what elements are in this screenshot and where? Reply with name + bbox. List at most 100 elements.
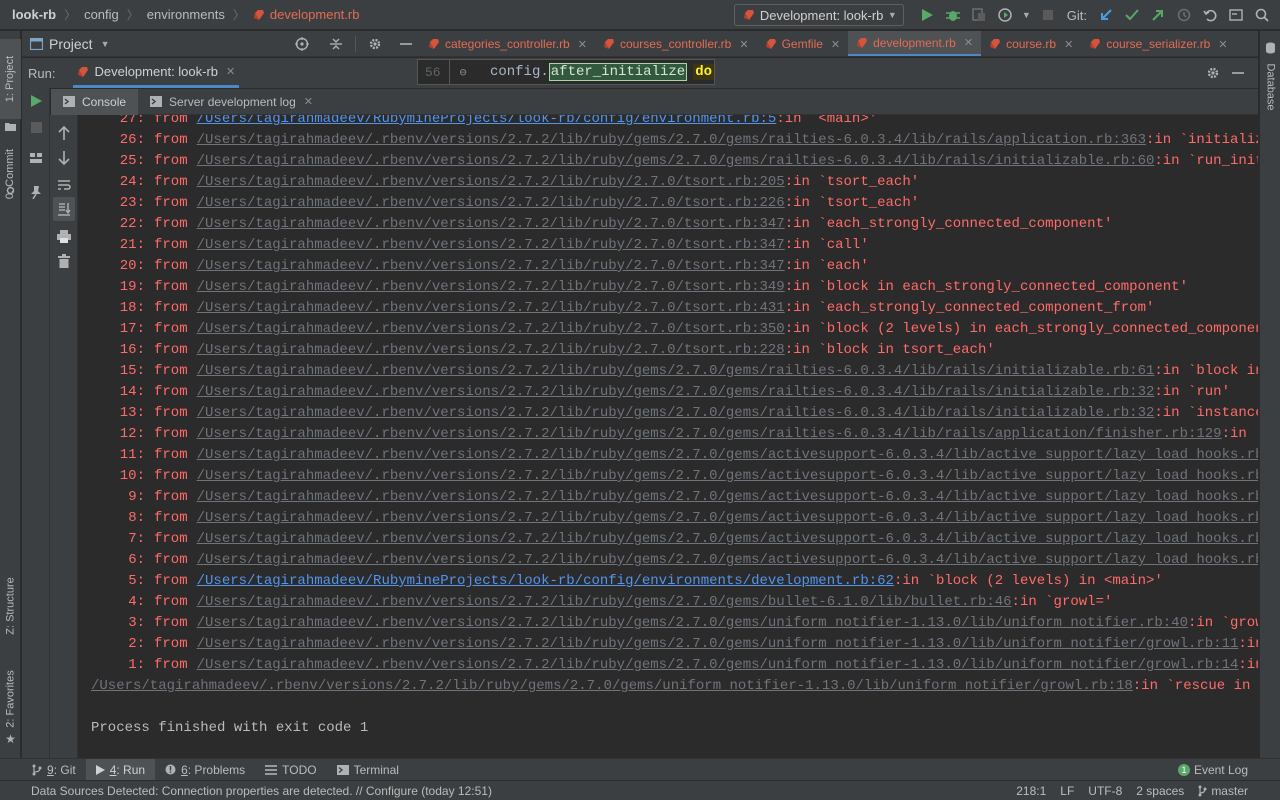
pin-button[interactable] bbox=[22, 180, 50, 204]
close-icon[interactable]: ✕ bbox=[831, 38, 840, 51]
stop-button[interactable] bbox=[22, 115, 50, 139]
stacktrace-link[interactable]: /Users/tagirahmadeev/RubymineProjects/lo… bbox=[197, 573, 894, 589]
tool-tab-project[interactable]: 1: Project bbox=[0, 39, 21, 119]
gear-icon[interactable] bbox=[368, 37, 382, 51]
stacktrace-link[interactable]: /Users/tagirahmadeev/.rbenv/versions/2.7… bbox=[197, 447, 1258, 463]
close-icon[interactable]: ✕ bbox=[739, 38, 748, 51]
indent-setting[interactable]: 2 spaces bbox=[1136, 784, 1184, 798]
tool-tab-git[interactable]: 9: Git bbox=[22, 759, 86, 781]
stacktrace-link[interactable]: /Users/tagirahmadeev/.rbenv/versions/2.7… bbox=[197, 657, 1239, 673]
run-configuration-select[interactable]: Development: look-rb ▼ bbox=[733, 4, 904, 26]
file-encoding[interactable]: UTF-8 bbox=[1088, 784, 1122, 798]
stacktrace-link[interactable]: /Users/tagirahmadeev/.rbenv/versions/2.7… bbox=[91, 678, 1133, 694]
scroll-down-button[interactable] bbox=[50, 146, 78, 170]
chevron-down-icon[interactable]: ▼ bbox=[1022, 10, 1031, 20]
close-icon[interactable]: ✕ bbox=[1218, 38, 1227, 51]
tool-tab-todo[interactable]: TODO bbox=[255, 759, 326, 781]
divider bbox=[355, 35, 356, 52]
stacktrace-link[interactable]: /Users/tagirahmadeev/.rbenv/versions/2.7… bbox=[197, 384, 1155, 400]
close-icon[interactable]: ✕ bbox=[1064, 38, 1073, 51]
run-tab-development[interactable]: Development: look-rb ✕ bbox=[73, 58, 240, 88]
tool-tab-terminal[interactable]: Terminal bbox=[327, 759, 409, 781]
profile-button[interactable] bbox=[993, 3, 1017, 27]
stacktrace-link[interactable]: /Users/tagirahmadeev/.rbenv/versions/2.7… bbox=[197, 510, 1258, 526]
stacktrace-link[interactable]: /Users/tagirahmadeev/.rbenv/versions/2.7… bbox=[197, 636, 1239, 652]
stacktrace-link[interactable]: /Users/tagirahmadeev/RubymineProjects/lo… bbox=[197, 115, 777, 127]
layout-button[interactable] bbox=[22, 146, 50, 170]
git-push-button[interactable] bbox=[1146, 3, 1170, 27]
stacktrace-link[interactable]: /Users/tagirahmadeev/.rbenv/versions/2.7… bbox=[197, 426, 1222, 442]
stacktrace-line: 18: from/Users/tagirahmadeev/.rbenv/versi… bbox=[79, 298, 1155, 319]
close-icon[interactable]: ✕ bbox=[226, 65, 235, 78]
breadcrumb-project[interactable]: look-rb bbox=[12, 7, 56, 22]
git-commit-button[interactable] bbox=[1120, 3, 1144, 27]
stacktrace-link[interactable]: /Users/tagirahmadeev/.rbenv/versions/2.7… bbox=[197, 279, 785, 295]
tab-course-serializer[interactable]: course_serializer.rb ✕ bbox=[1081, 31, 1235, 56]
stacktrace-link[interactable]: /Users/tagirahmadeev/.rbenv/versions/2.7… bbox=[197, 321, 785, 337]
stacktrace-link[interactable]: /Users/tagirahmadeev/.rbenv/versions/2.7… bbox=[197, 216, 785, 232]
git-update-button[interactable] bbox=[1094, 3, 1118, 27]
close-icon[interactable]: ✕ bbox=[964, 36, 973, 49]
window-button[interactable] bbox=[1224, 3, 1248, 27]
collapse-icon[interactable] bbox=[329, 37, 343, 51]
stacktrace-link[interactable]: /Users/tagirahmadeev/.rbenv/versions/2.7… bbox=[197, 174, 785, 190]
rollback-button[interactable] bbox=[1198, 3, 1222, 27]
tab-console[interactable]: Console bbox=[51, 88, 139, 115]
stacktrace-link[interactable]: /Users/tagirahmadeev/.rbenv/versions/2.7… bbox=[197, 531, 1258, 547]
history-button[interactable] bbox=[1172, 3, 1196, 27]
tool-tab-run[interactable]: 4: Run bbox=[85, 758, 156, 781]
console-output[interactable]: 27: from/Users/tagirahmadeev/RubymineProj… bbox=[79, 115, 1258, 758]
tab-server-log[interactable]: Server development log ✕ bbox=[138, 89, 325, 115]
event-log-button[interactable]: 1 Event Log bbox=[1177, 763, 1248, 777]
stacktrace-link[interactable]: /Users/tagirahmadeev/.rbenv/versions/2.7… bbox=[197, 489, 1258, 505]
clear-all-button[interactable] bbox=[50, 249, 78, 273]
line-separator[interactable]: LF bbox=[1060, 784, 1074, 798]
tool-tab-favorites[interactable]: 2: Favorites bbox=[0, 659, 21, 739]
stacktrace-link[interactable]: /Users/tagirahmadeev/.rbenv/versions/2.7… bbox=[197, 363, 1155, 379]
stacktrace-link[interactable]: /Users/tagirahmadeev/.rbenv/versions/2.7… bbox=[197, 615, 1188, 631]
run-button[interactable] bbox=[915, 3, 939, 27]
stacktrace-link[interactable]: /Users/tagirahmadeev/.rbenv/versions/2.7… bbox=[197, 195, 785, 211]
minimize-icon[interactable] bbox=[400, 38, 412, 50]
stacktrace-link[interactable]: /Users/tagirahmadeev/.rbenv/versions/2.7… bbox=[197, 594, 1012, 610]
target-icon[interactable] bbox=[295, 36, 309, 51]
stacktrace-link[interactable]: /Users/tagirahmadeev/.rbenv/versions/2.7… bbox=[197, 468, 1258, 484]
rerun-button[interactable] bbox=[22, 89, 50, 113]
stacktrace-link[interactable]: /Users/tagirahmadeev/.rbenv/versions/2.7… bbox=[197, 258, 785, 274]
stacktrace-link[interactable]: /Users/tagirahmadeev/.rbenv/versions/2.7… bbox=[197, 300, 785, 316]
status-message[interactable]: Data Sources Detected: Connection proper… bbox=[31, 784, 492, 798]
tab-gemfile[interactable]: Gemfile ✕ bbox=[757, 31, 849, 56]
print-button[interactable] bbox=[50, 224, 78, 248]
coverage-button[interactable] bbox=[967, 3, 991, 27]
tab-categories-controller[interactable]: categories_controller.rb ✕ bbox=[420, 31, 595, 56]
project-view-select[interactable]: Project ▼ bbox=[30, 36, 110, 52]
minimize-icon[interactable] bbox=[1232, 67, 1244, 79]
scroll-to-end-button[interactable] bbox=[53, 197, 75, 221]
stacktrace-link[interactable]: /Users/tagirahmadeev/.rbenv/versions/2.7… bbox=[197, 552, 1258, 568]
breadcrumb-config[interactable]: config bbox=[84, 7, 119, 22]
tab-courses-controller[interactable]: courses_controller.rb ✕ bbox=[595, 31, 757, 56]
debug-button[interactable] bbox=[941, 3, 965, 27]
stacktrace-link[interactable]: /Users/tagirahmadeev/.rbenv/versions/2.7… bbox=[197, 153, 1155, 169]
stacktrace-link[interactable]: /Users/tagirahmadeev/.rbenv/versions/2.7… bbox=[197, 132, 1146, 148]
close-icon[interactable]: ✕ bbox=[578, 38, 587, 51]
git-branch-widget[interactable]: master bbox=[1198, 784, 1248, 798]
close-icon[interactable]: ✕ bbox=[304, 95, 313, 108]
tool-tab-problems[interactable]: 6: Problems bbox=[155, 759, 255, 781]
scroll-up-button[interactable] bbox=[50, 121, 78, 145]
tab-development-rb[interactable]: development.rb ✕ bbox=[848, 31, 982, 56]
tab-course-rb[interactable]: course.rb ✕ bbox=[981, 31, 1081, 56]
tool-tab-structure[interactable]: Z: Structure bbox=[0, 561, 21, 651]
tool-tab-commit[interactable]: 0: Commit bbox=[0, 139, 21, 209]
breadcrumb-environments[interactable]: environments bbox=[147, 7, 225, 22]
breadcrumb-development-rb[interactable]: development.rb bbox=[270, 7, 360, 22]
gear-icon[interactable] bbox=[1206, 66, 1220, 80]
stacktrace-link[interactable]: /Users/tagirahmadeev/.rbenv/versions/2.7… bbox=[197, 405, 1155, 421]
soft-wrap-button[interactable] bbox=[50, 173, 78, 197]
search-button[interactable] bbox=[1250, 3, 1274, 27]
cursor-position[interactable]: 218:1 bbox=[1016, 784, 1046, 798]
tool-tab-database[interactable]: Database bbox=[1260, 57, 1280, 117]
stacktrace-link[interactable]: /Users/tagirahmadeev/.rbenv/versions/2.7… bbox=[197, 342, 785, 358]
stop-button[interactable] bbox=[1036, 3, 1060, 27]
stacktrace-link[interactable]: /Users/tagirahmadeev/.rbenv/versions/2.7… bbox=[197, 237, 785, 253]
